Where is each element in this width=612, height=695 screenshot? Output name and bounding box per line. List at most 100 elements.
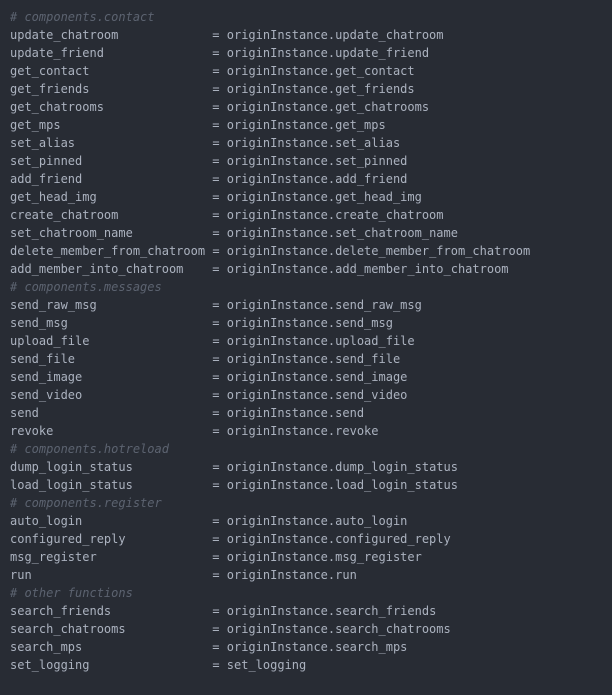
assignment-line: search_chatrooms = originInstance.search… — [10, 620, 602, 638]
rhs-attr: send_msg — [335, 316, 393, 330]
lhs-name: create_chatroom — [10, 208, 118, 222]
rhs-attr: add_member_into_chatroom — [335, 262, 508, 276]
equals-token: = — [212, 298, 226, 312]
equals-token: = — [212, 514, 226, 528]
code-block: # components.contactupdate_chatroom = or… — [0, 0, 612, 684]
rhs-attr: send_image — [335, 370, 407, 384]
rhs-attr: set_pinned — [335, 154, 407, 168]
assignment-line: get_mps = originInstance.get_mps — [10, 116, 602, 134]
lhs-name: send_file — [10, 352, 75, 366]
equals-token: = — [212, 640, 226, 654]
rhs-object: originInstance — [227, 406, 328, 420]
rhs-object: originInstance — [227, 262, 328, 276]
assignment-line: msg_register = originInstance.msg_regist… — [10, 548, 602, 566]
lhs-name: send_video — [10, 388, 82, 402]
rhs-attr: delete_member_from_chatroom — [335, 244, 530, 258]
assignment-line: search_friends = originInstance.search_f… — [10, 602, 602, 620]
comment-hash: # — [10, 586, 24, 600]
lhs-name: search_mps — [10, 640, 82, 654]
rhs-object: originInstance — [227, 550, 328, 564]
lhs-name: get_mps — [10, 118, 61, 132]
rhs-attr: search_mps — [335, 640, 407, 654]
lhs-name: get_head_img — [10, 190, 97, 204]
lhs-name: run — [10, 568, 32, 582]
assignment-line: run = originInstance.run — [10, 566, 602, 584]
rhs-attr: revoke — [335, 424, 378, 438]
lhs-name: get_contact — [10, 64, 89, 78]
assignment-line: get_head_img = originInstance.get_head_i… — [10, 188, 602, 206]
equals-token: = — [212, 118, 226, 132]
rhs-object: originInstance — [227, 478, 328, 492]
comment-text: components.messages — [24, 280, 161, 294]
comment-hash: # — [10, 280, 24, 294]
lhs-name: msg_register — [10, 550, 97, 564]
rhs-object: originInstance — [227, 28, 328, 42]
comment-text: components.contact — [24, 10, 154, 24]
lhs-name: set_alias — [10, 136, 75, 150]
equals-token: = — [212, 226, 226, 240]
rhs-attr: get_chatrooms — [335, 100, 429, 114]
assignment-line: set_pinned = originInstance.set_pinned — [10, 152, 602, 170]
equals-token: = — [212, 28, 226, 42]
assignment-line: get_contact = originInstance.get_contact — [10, 62, 602, 80]
rhs-object: originInstance — [227, 514, 328, 528]
lhs-name: set_pinned — [10, 154, 82, 168]
assignment-line: upload_file = originInstance.upload_file — [10, 332, 602, 350]
rhs-attr: configured_reply — [335, 532, 451, 546]
lhs-name: get_chatrooms — [10, 100, 104, 114]
equals-token: = — [212, 352, 226, 366]
rhs-attr: create_chatroom — [335, 208, 443, 222]
equals-token: = — [212, 406, 226, 420]
lhs-name: update_friend — [10, 46, 104, 60]
equals-token: = — [212, 46, 226, 60]
equals-token: = — [212, 568, 226, 582]
equals-token: = — [212, 370, 226, 384]
assignment-line: get_chatrooms = originInstance.get_chatr… — [10, 98, 602, 116]
assignment-line: send_raw_msg = originInstance.send_raw_m… — [10, 296, 602, 314]
assignment-line: auto_login = originInstance.auto_login — [10, 512, 602, 530]
lhs-name: dump_login_status — [10, 460, 133, 474]
assignment-line: create_chatroom = originInstance.create_… — [10, 206, 602, 224]
rhs-object: originInstance — [227, 64, 328, 78]
assignment-line: search_mps = originInstance.search_mps — [10, 638, 602, 656]
section-comment: # components.register — [10, 494, 602, 512]
rhs-attr: upload_file — [335, 334, 414, 348]
rhs-attr: set_chatroom_name — [335, 226, 458, 240]
section-comment: # components.contact — [10, 8, 602, 26]
rhs-attr: send_raw_msg — [335, 298, 422, 312]
comment-text: other functions — [24, 586, 132, 600]
assignment-line: delete_member_from_chatroom = originInst… — [10, 242, 602, 260]
rhs-attr: get_friends — [335, 82, 414, 96]
rhs-attr: send_video — [335, 388, 407, 402]
equals-token: = — [212, 658, 226, 672]
comment-hash: # — [10, 496, 24, 510]
lhs-name: set_chatroom_name — [10, 226, 133, 240]
lhs-name: send_image — [10, 370, 82, 384]
assignment-line: set_logging = set_logging — [10, 656, 602, 674]
lhs-name: get_friends — [10, 82, 89, 96]
rhs-attr: add_friend — [335, 172, 407, 186]
assignment-line: revoke = originInstance.revoke — [10, 422, 602, 440]
rhs-attr: send — [335, 406, 364, 420]
rhs-attr: run — [335, 568, 357, 582]
lhs-name: send — [10, 406, 39, 420]
lhs-name: search_chatrooms — [10, 622, 126, 636]
rhs-attr: load_login_status — [335, 478, 458, 492]
assignment-line: send_file = originInstance.send_file — [10, 350, 602, 368]
rhs-object: originInstance — [227, 172, 328, 186]
rhs-attr: get_head_img — [335, 190, 422, 204]
assignment-line: send_msg = originInstance.send_msg — [10, 314, 602, 332]
equals-token: = — [212, 316, 226, 330]
assignment-line: configured_reply = originInstance.config… — [10, 530, 602, 548]
rhs-object: originInstance — [227, 370, 328, 384]
rhs-attr: msg_register — [335, 550, 422, 564]
rhs-object: originInstance — [227, 100, 328, 114]
rhs-object: originInstance — [227, 316, 328, 330]
rhs-attr: search_chatrooms — [335, 622, 451, 636]
assignment-line: send = originInstance.send — [10, 404, 602, 422]
lhs-name: add_friend — [10, 172, 82, 186]
rhs-object: originInstance — [227, 640, 328, 654]
equals-token: = — [212, 190, 226, 204]
equals-token: = — [212, 604, 226, 618]
rhs-object: originInstance — [227, 532, 328, 546]
